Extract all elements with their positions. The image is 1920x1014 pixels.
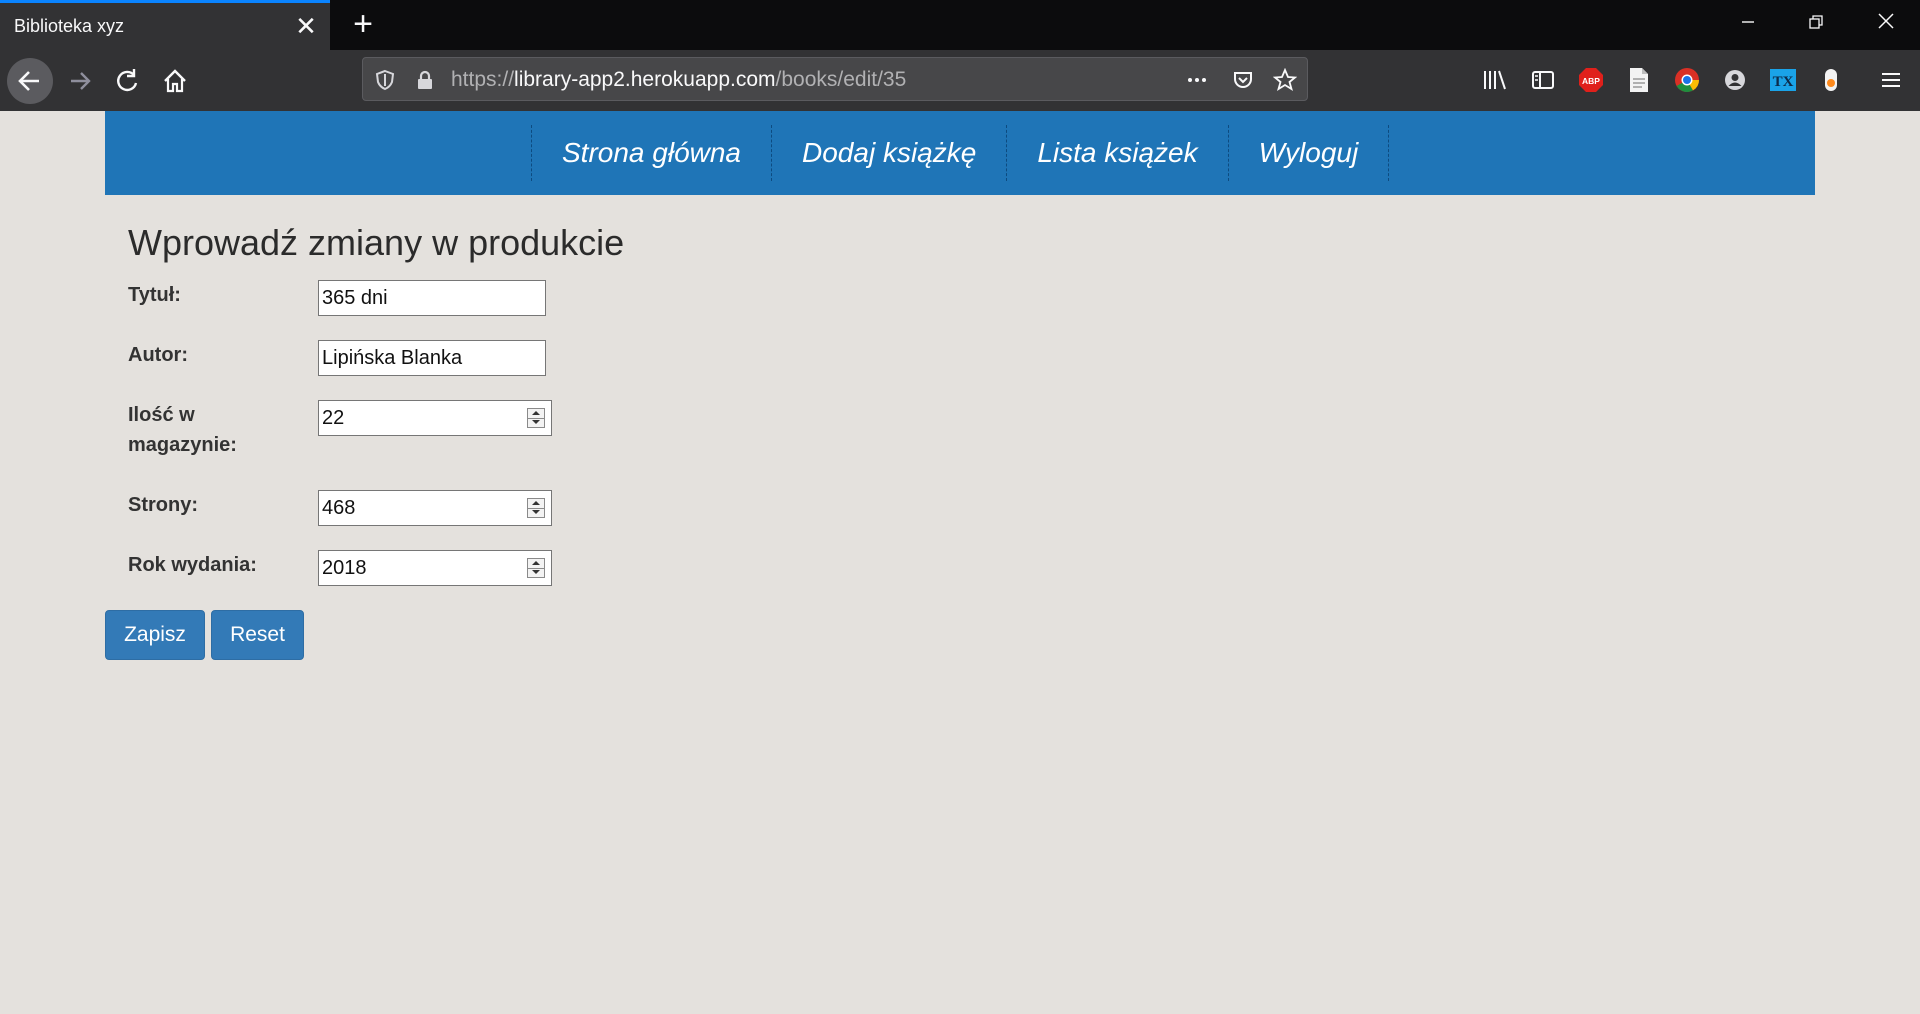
- menu-item-home[interactable]: Strona główna: [531, 125, 771, 181]
- pages-input[interactable]: 468: [318, 490, 552, 526]
- stock-value: 22: [322, 407, 345, 429]
- browser-tab[interactable]: Biblioteka xyz ✕: [0, 0, 330, 50]
- year-value: 2018: [322, 557, 367, 579]
- menu-item-add-book[interactable]: Dodaj książkę: [771, 125, 1006, 181]
- url-prefix: https://: [451, 68, 515, 91]
- chrome-icon[interactable]: [1672, 65, 1702, 95]
- close-icon: [1878, 13, 1894, 29]
- minimize-button[interactable]: [1714, 0, 1782, 48]
- browser-tab-bar: Biblioteka xyz ✕ +: [0, 0, 1920, 50]
- tx-icon[interactable]: TX: [1768, 65, 1798, 95]
- back-arrow-icon: [18, 71, 39, 91]
- library-icon[interactable]: [1480, 65, 1510, 95]
- url-host: library-app2.herokuapp.com: [514, 68, 776, 91]
- close-window-button[interactable]: [1852, 0, 1920, 48]
- pages-stepper[interactable]: [527, 498, 545, 518]
- browser-toolbar: https://library-app2.herokuapp.com/books…: [0, 50, 1920, 111]
- decrement-icon[interactable]: [528, 508, 544, 517]
- reload-button[interactable]: [104, 58, 150, 104]
- reload-icon: [117, 69, 138, 92]
- author-input[interactable]: [318, 340, 546, 376]
- stock-label: Ilość w magazynie:: [128, 404, 237, 456]
- title-label: Tytuł:: [128, 284, 181, 306]
- reset-button[interactable]: Reset: [211, 610, 304, 660]
- decrement-icon[interactable]: [528, 418, 544, 427]
- home-button[interactable]: [152, 58, 198, 104]
- extension-icon[interactable]: [1816, 65, 1846, 95]
- forward-button[interactable]: [57, 58, 103, 104]
- address-bar[interactable]: https://library-app2.herokuapp.com/books…: [362, 57, 1308, 101]
- home-icon: [164, 69, 186, 93]
- site-navbar: Strona główna Dodaj książkę Lista książe…: [105, 111, 1815, 195]
- reader-icon[interactable]: [1624, 65, 1654, 95]
- forward-arrow-icon: [71, 72, 91, 90]
- url-path: /books/edit/35: [775, 68, 907, 91]
- restore-button[interactable]: [1782, 0, 1850, 48]
- shield-icon[interactable]: [373, 68, 397, 92]
- stock-input[interactable]: 22: [318, 400, 552, 436]
- main-menu: Strona główna Dodaj książkę Lista książe…: [531, 125, 1390, 181]
- account-icon[interactable]: [1720, 65, 1750, 95]
- title-input[interactable]: [318, 280, 546, 316]
- tab-title: Biblioteka xyz: [14, 16, 125, 36]
- pages-label: Strony:: [128, 494, 198, 516]
- decrement-icon[interactable]: [528, 568, 544, 577]
- pages-value: 468: [322, 497, 356, 519]
- menu-item-logout[interactable]: Wyloguj: [1227, 125, 1390, 181]
- tx-label: TX: [1773, 74, 1794, 90]
- page-title: Wprowadź zmiany w produkcie: [128, 222, 625, 263]
- year-input[interactable]: 2018: [318, 550, 552, 586]
- sidebar-icon[interactable]: [1528, 65, 1558, 95]
- year-label: Rok wydania:: [128, 554, 257, 576]
- menu-icon[interactable]: [1876, 65, 1906, 95]
- author-label: Autor:: [128, 344, 188, 366]
- adblock-plus-icon[interactable]: ABP: [1576, 65, 1606, 95]
- url-text[interactable]: https://library-app2.herokuapp.com/books…: [451, 68, 906, 92]
- menu-item-book-list[interactable]: Lista książek: [1006, 125, 1227, 181]
- close-tab-icon[interactable]: ✕: [292, 12, 320, 40]
- restore-icon: [1809, 15, 1823, 29]
- new-tab-button[interactable]: +: [344, 4, 382, 44]
- stock-stepper[interactable]: [527, 408, 545, 428]
- more-actions-icon[interactable]: [1185, 68, 1209, 92]
- lock-icon[interactable]: [413, 68, 437, 92]
- abp-label: ABP: [1582, 76, 1600, 86]
- back-button[interactable]: [7, 58, 53, 104]
- bookmark-star-icon[interactable]: [1273, 68, 1297, 92]
- save-button[interactable]: Zapisz: [105, 610, 205, 660]
- pocket-icon[interactable]: [1231, 68, 1255, 92]
- minimize-icon: [1742, 21, 1754, 23]
- year-stepper[interactable]: [527, 558, 545, 578]
